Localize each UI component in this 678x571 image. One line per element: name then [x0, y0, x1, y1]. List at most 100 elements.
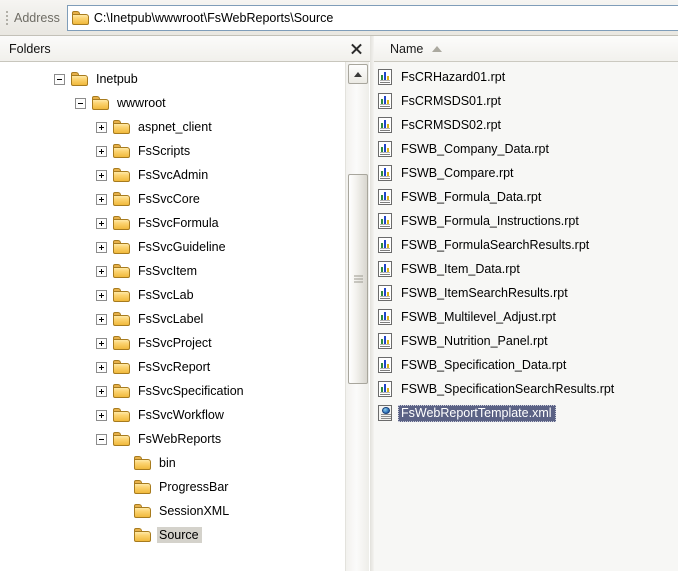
folder-icon	[113, 408, 130, 422]
file-name-label: FSWB_Multilevel_Adjust.rpt	[401, 309, 556, 324]
tree-item-label: wwwroot	[117, 96, 166, 110]
tree-item-label: FsSvcWorkflow	[138, 408, 224, 422]
collapse-icon[interactable]	[75, 97, 86, 109]
file-name-label: FsCRMSDS01.rpt	[401, 93, 502, 108]
tree-item-fssvcitem[interactable]: FsSvcItem	[0, 259, 344, 283]
expand-icon[interactable]	[96, 361, 107, 373]
tree-item-label: FsSvcLab	[138, 288, 194, 302]
folder-icon	[113, 264, 130, 278]
tree-scrollbar[interactable]	[345, 62, 369, 571]
file-list-item[interactable]: FSWB_Nutrition_Panel.rpt	[370, 329, 678, 353]
tree-item-fssvcreport[interactable]: FsSvcReport	[0, 355, 344, 379]
collapse-icon[interactable]	[54, 73, 65, 85]
file-list-item[interactable]: FSWB_SpecificationSearchResults.rpt	[370, 377, 678, 401]
file-list-item[interactable]: FsCRMSDS02.rpt	[370, 113, 678, 137]
expand-icon[interactable]	[96, 217, 107, 229]
report-file-icon	[378, 333, 392, 349]
expand-icon[interactable]	[96, 313, 107, 325]
expand-icon[interactable]	[96, 145, 107, 157]
file-list-item[interactable]: FSWB_Compare.rpt	[370, 161, 678, 185]
tree-item-label: FsSvcItem	[138, 264, 198, 278]
scroll-up-arrow-icon[interactable]	[348, 64, 368, 84]
tree-item-inetpub[interactable]: Inetpub	[0, 67, 344, 91]
folder-icon	[113, 288, 130, 302]
file-name-label: FsWebReportTemplate.xml	[398, 404, 556, 422]
expand-icon[interactable]	[96, 169, 107, 181]
tree-item-wwwroot[interactable]: wwwroot	[0, 91, 344, 115]
tree-item-source[interactable]: Source	[0, 523, 344, 547]
file-name-label: FSWB_Specification_Data.rpt	[401, 357, 567, 372]
file-list-item[interactable]: FsCRHazard01.rpt	[370, 65, 678, 89]
tree-item-fssvcadmin[interactable]: FsSvcAdmin	[0, 163, 344, 187]
collapse-icon[interactable]	[96, 433, 107, 445]
address-label: Address	[14, 10, 60, 25]
file-list-item[interactable]: FSWB_Formula_Instructions.rpt	[370, 209, 678, 233]
tree-item-fssvclab[interactable]: FsSvcLab	[0, 283, 344, 307]
file-list-item[interactable]: FsCRMSDS01.rpt	[370, 89, 678, 113]
report-file-icon	[378, 117, 392, 133]
tree-item-fssvcspecification[interactable]: FsSvcSpecification	[0, 379, 344, 403]
file-list-item[interactable]: FSWB_FormulaSearchResults.rpt	[370, 233, 678, 257]
tree-item-label: FsSvcCore	[138, 192, 200, 206]
file-list-item[interactable]: FsWebReportTemplate.xml	[370, 401, 678, 425]
file-name-label: FsCRMSDS02.rpt	[401, 117, 502, 132]
close-icon[interactable]	[349, 41, 364, 56]
file-list-item[interactable]: FSWB_Specification_Data.rpt	[370, 353, 678, 377]
tree-item-label: FsSvcSpecification	[138, 384, 244, 398]
column-header-name[interactable]: Name	[390, 42, 423, 56]
file-list-item[interactable]: FSWB_Multilevel_Adjust.rpt	[370, 305, 678, 329]
tree-item-fssvcworkflow[interactable]: FsSvcWorkflow	[0, 403, 344, 427]
file-list-item[interactable]: FSWB_Item_Data.rpt	[370, 257, 678, 281]
file-name-label: FsCRHazard01.rpt	[401, 69, 506, 84]
folder-icon	[113, 336, 130, 350]
tree-item-label: Source	[157, 527, 202, 543]
tree-item-fssvcguideline[interactable]: FsSvcGuideline	[0, 235, 344, 259]
expand-icon[interactable]	[96, 193, 107, 205]
tree-item-fsscripts[interactable]: FsScripts	[0, 139, 344, 163]
tree-item-fswebreports[interactable]: FsWebReports	[0, 427, 344, 451]
folder-icon	[92, 96, 109, 110]
report-file-icon	[378, 93, 392, 109]
report-file-icon	[378, 213, 392, 229]
file-list-item[interactable]: FSWB_Formula_Data.rpt	[370, 185, 678, 209]
expand-icon[interactable]	[96, 409, 107, 421]
file-name-label: FSWB_FormulaSearchResults.rpt	[401, 237, 590, 252]
folder-icon	[113, 240, 130, 254]
expand-icon[interactable]	[96, 337, 107, 349]
tree-item-progressbar[interactable]: ProgressBar	[0, 475, 344, 499]
tree-item-aspnet_client[interactable]: aspnet_client	[0, 115, 344, 139]
tree-item-bin[interactable]: bin	[0, 451, 344, 475]
tree-item-fssvcformula[interactable]: FsSvcFormula	[0, 211, 344, 235]
expand-icon[interactable]	[96, 289, 107, 301]
report-file-icon	[378, 189, 392, 205]
report-file-icon	[378, 381, 392, 397]
tree-item-fssvccore[interactable]: FsSvcCore	[0, 187, 344, 211]
scrollbar-thumb[interactable]	[348, 174, 368, 384]
address-input[interactable]: C:\Inetpub\wwwroot\FsWebReports\Source	[66, 4, 678, 31]
tree-item-label: SessionXML	[159, 504, 230, 518]
drag-grip-icon[interactable]	[3, 8, 10, 28]
tree-item-fssvclabel[interactable]: FsSvcLabel	[0, 307, 344, 331]
tree-item-sessionxml[interactable]: SessionXML	[0, 499, 344, 523]
file-list-item[interactable]: FSWB_ItemSearchResults.rpt	[370, 281, 678, 305]
tree-item-label: FsSvcReport	[138, 360, 211, 374]
expand-icon[interactable]	[96, 385, 107, 397]
expand-icon[interactable]	[96, 121, 107, 133]
report-file-icon	[378, 309, 392, 325]
tree-item-label: bin	[159, 456, 176, 470]
folder-icon	[134, 480, 151, 494]
file-name-label: FSWB_Formula_Data.rpt	[401, 189, 542, 204]
file-list: FsCRHazard01.rpt FsCRMSDS01.rpt FsCRMSDS02…	[370, 62, 678, 571]
tree-item-fssvcproject[interactable]: FsSvcProject	[0, 331, 344, 355]
report-file-icon	[378, 165, 392, 181]
report-file-icon	[378, 141, 392, 157]
expand-icon[interactable]	[96, 241, 107, 253]
folder-icon	[113, 192, 130, 206]
file-list-item[interactable]: FSWB_Company_Data.rpt	[370, 137, 678, 161]
expand-icon[interactable]	[96, 265, 107, 277]
tree-item-label: aspnet_client	[138, 120, 212, 134]
file-name-label: FSWB_Compare.rpt	[401, 165, 514, 180]
